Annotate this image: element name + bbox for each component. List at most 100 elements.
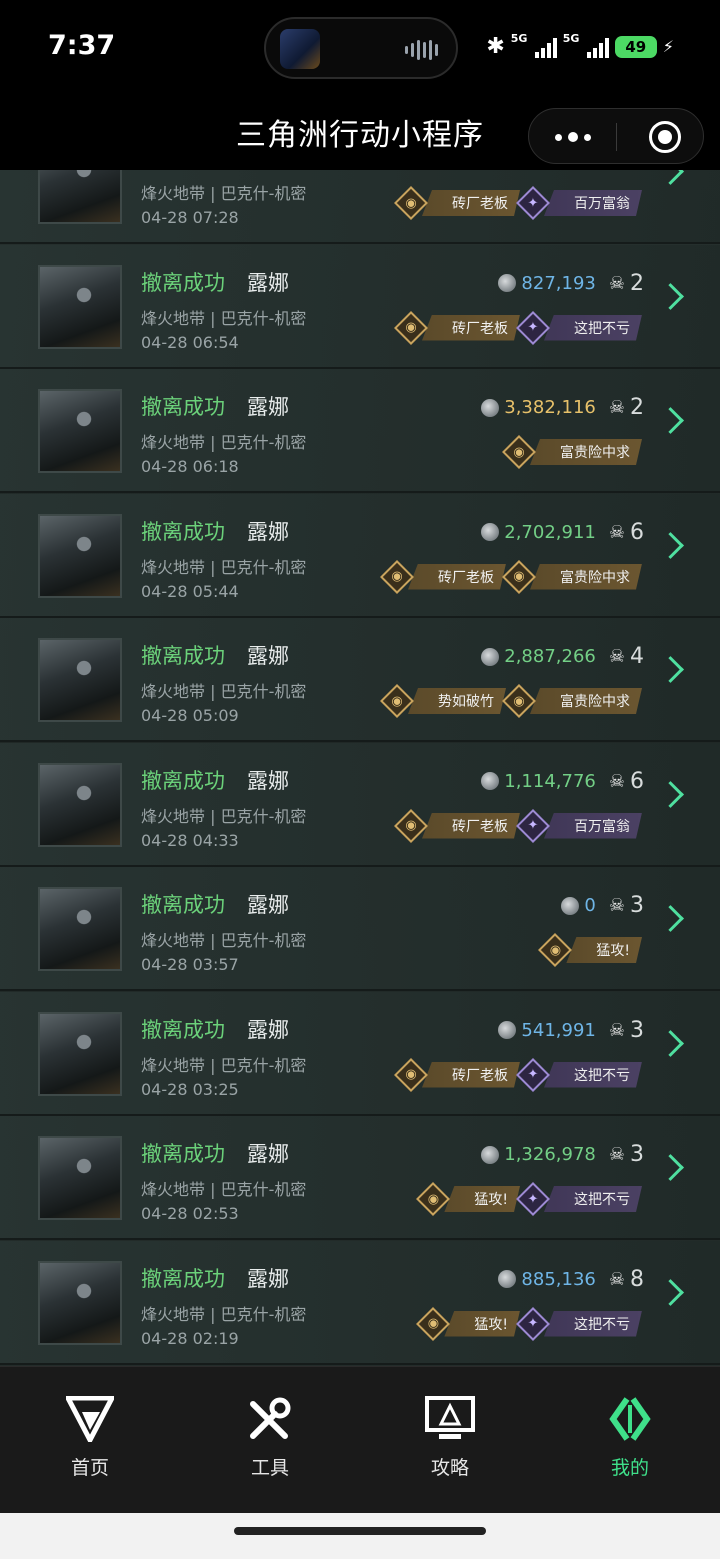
clock: 7:37	[48, 30, 116, 61]
signal-5g-icon-2: 5G	[563, 32, 609, 58]
achievement-badge: 这把不亏 ✦	[516, 1057, 642, 1092]
medal-icon: ◉	[380, 684, 414, 718]
badge-label: 富贵险中求	[560, 445, 630, 461]
badge-label: 百万富翁	[574, 196, 630, 212]
operator-avatar	[38, 1011, 122, 1096]
achievement-badge: 百万富翁 ✦	[516, 186, 642, 220]
chevron-right-icon[interactable]	[657, 531, 684, 559]
chevron-right-icon[interactable]	[657, 656, 684, 683]
match-record-row[interactable]: 撤离成功 露娜 烽火地带 | 巴克什-机密 04-28 06:18 3,382,116 ☠…	[0, 369, 720, 493]
coin-icon	[498, 1270, 517, 1288]
match-record-row[interactable]: 撤离成功 露娜 烽火地带 | 巴克什-机密 04-28 02:53 1,326,978 ☠…	[0, 1116, 720, 1240]
chevron-right-icon[interactable]	[657, 780, 684, 808]
achievement-badges: 砖厂老板 ◉ 百万富翁 ✦	[394, 808, 642, 843]
loot-value: 1,326,978	[504, 1144, 596, 1165]
home-indicator[interactable]	[234, 1527, 486, 1535]
medal-icon: ◉	[394, 186, 428, 220]
map-mode-label: 烽火地带 | 巴克什-机密	[141, 806, 307, 826]
badge-label: 势如破竹	[438, 694, 494, 710]
now-playing-artwork	[280, 29, 320, 69]
charging-icon: ⚡	[662, 37, 674, 56]
badge-label: 这把不亏	[574, 1067, 630, 1084]
match-record-row[interactable]: 撤离成功 露娜 烽火地带 | 巴克什-机密 04-28 06:54 827,193 ☠ 2 砖…	[0, 244, 720, 369]
operator-avatar	[38, 513, 122, 598]
achievement-badge: 势如破竹 ◉	[380, 684, 506, 718]
match-record-list[interactable]: 烽火地带 | 巴克什-机密 04-28 07:28 砖厂老板 ◉ 百万富翁 ✦ 撤离成功 露娜…	[0, 170, 720, 1366]
loot-value-group: 1,114,776 ☠ 6	[481, 769, 644, 794]
medal-icon: ◉	[502, 435, 536, 469]
badge-label: 砖厂老板	[452, 1067, 508, 1084]
kill-count: 3	[630, 893, 644, 918]
map-mode-label: 烽火地带 | 巴克什-机密	[141, 1055, 307, 1075]
chevron-right-icon[interactable]	[657, 1278, 684, 1306]
loot-value-group: 2,702,911 ☠ 6	[481, 520, 644, 545]
chevron-right-icon[interactable]	[657, 407, 684, 434]
match-record-row[interactable]: 撤离成功 露娜 烽火地带 | 巴克什-机密 04-28 03:25 541,991 ☠ 3 砖…	[0, 991, 720, 1116]
match-record-row[interactable]: 烽火地带 | 巴克什-机密 04-28 07:28 砖厂老板 ◉ 百万富翁 ✦	[0, 170, 720, 244]
crystal-icon: ✦	[516, 1057, 550, 1092]
chevron-right-icon[interactable]	[657, 905, 684, 932]
loot-value-group: 2,887,266 ☠ 4	[481, 644, 644, 669]
medal-icon: ◉	[394, 808, 428, 843]
badge-label: 砖厂老板	[452, 818, 508, 835]
extraction-status: 撤离成功	[141, 1017, 225, 1042]
map-mode-label: 烽火地带 | 巴克什-机密	[141, 931, 307, 950]
operator-avatar	[38, 1260, 122, 1345]
operator-name: 露娜	[247, 270, 289, 295]
tab-tools[interactable]: 工具	[210, 1395, 330, 1480]
match-record-row[interactable]: 撤离成功 露娜 烽火地带 | 巴克什-机密 04-28 05:09 2,887,266 ☠…	[0, 618, 720, 742]
coin-icon	[481, 398, 500, 417]
medal-icon: ◉	[394, 1057, 428, 1092]
badge-label: 砖厂老板	[452, 196, 508, 212]
map-mode-label: 烽火地带 | 巴克什-机密	[141, 1304, 307, 1324]
medal-icon: ◉	[380, 559, 414, 594]
match-record-row[interactable]: 撤离成功 露娜 烽火地带 | 巴克什-机密 04-28 04:33 1,114,776 ☠…	[0, 742, 720, 867]
chevron-right-icon[interactable]	[657, 1154, 684, 1181]
map-mode-label: 烽火地带 | 巴克什-机密	[141, 308, 307, 328]
match-record-row[interactable]: 撤离成功 露娜 烽火地带 | 巴克什-机密 04-28 03:57 0 ☠ 3 猛攻! ◉	[0, 867, 720, 991]
chevron-right-icon[interactable]	[657, 282, 684, 310]
more-menu-button[interactable]	[551, 123, 595, 151]
chevron-right-icon[interactable]	[657, 170, 684, 185]
achievement-badge: 砖厂老板 ◉	[394, 310, 520, 345]
achievement-badge: 砖厂老板 ◉	[394, 808, 520, 843]
dynamic-island[interactable]	[264, 17, 458, 79]
extraction-status: 撤离成功	[141, 893, 225, 917]
tools-icon	[210, 1395, 330, 1443]
match-time: 04-28 05:44	[141, 581, 239, 601]
crystal-icon: ✦	[516, 808, 550, 843]
badge-label: 富贵险中求	[560, 694, 630, 710]
chevron-right-icon[interactable]	[657, 1029, 684, 1057]
achievement-badge: 砖厂老板 ◉	[394, 1057, 520, 1092]
kill-count: 8	[630, 1266, 644, 1292]
kill-count: 3	[630, 1142, 644, 1167]
match-time: 04-28 02:19	[141, 1328, 239, 1348]
match-time: 04-28 07:28	[141, 208, 239, 227]
match-time: 04-28 05:09	[141, 706, 239, 725]
coin-icon	[481, 647, 500, 666]
extraction-status: 撤离成功	[141, 1142, 225, 1166]
signal-5g-icon: 5G	[511, 32, 557, 58]
close-miniprogram-icon[interactable]	[649, 121, 681, 153]
match-record-row[interactable]: 撤离成功 露娜 烽火地带 | 巴克什-机密 04-28 02:19 885,136 ☠ 8 猛…	[0, 1240, 720, 1365]
operator-avatar	[38, 389, 122, 473]
match-time: 04-28 06:18	[141, 457, 239, 476]
operator-name: 露娜	[247, 519, 289, 544]
profile-logo-icon	[570, 1395, 690, 1443]
loot-value-group: 3,382,116 ☠ 2	[481, 395, 644, 420]
badge-label: 猛攻!	[596, 943, 630, 959]
loot-value: 2,702,911	[504, 521, 596, 543]
crystal-icon: ✦	[516, 186, 550, 220]
badge-label: 猛攻!	[474, 1192, 508, 1208]
tab-guide[interactable]: 攻略	[390, 1395, 510, 1480]
tab-profile[interactable]: 我的	[570, 1395, 690, 1480]
match-time: 04-28 02:53	[141, 1204, 239, 1223]
loot-value-group: 541,991 ☠ 3	[498, 1018, 644, 1043]
achievement-badge: 富贵险中求 ◉	[502, 684, 642, 718]
crystal-icon: ✦	[516, 1306, 550, 1341]
tab-home[interactable]: 首页	[30, 1395, 150, 1480]
match-record-row[interactable]: 撤离成功 露娜 烽火地带 | 巴克什-机密 04-28 05:44 2,702,911 ☠…	[0, 493, 720, 618]
medal-icon: ◉	[416, 1182, 451, 1216]
medal-icon: ◉	[502, 559, 536, 594]
kill-count: 3	[630, 1017, 644, 1043]
